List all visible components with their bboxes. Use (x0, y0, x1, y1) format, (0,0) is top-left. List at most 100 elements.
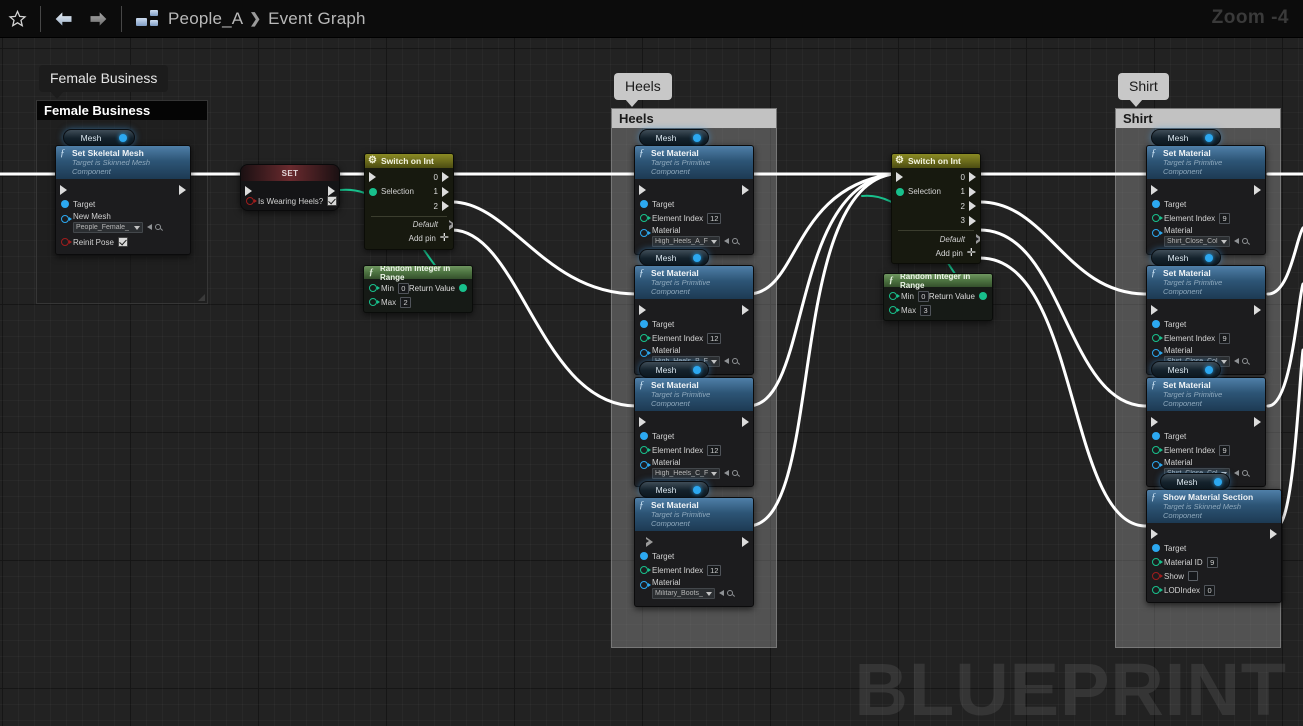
exec-in-pin[interactable] (639, 184, 646, 195)
material-pin-icon[interactable] (640, 349, 651, 357)
exec-out-pin[interactable] (742, 416, 749, 427)
mesh-output-pin[interactable] (693, 254, 701, 262)
pin-target[interactable]: Target (1147, 317, 1265, 331)
mesh-output-pin[interactable] (1205, 134, 1213, 142)
chevron-down-icon[interactable] (711, 471, 718, 476)
pin-reinit-pose[interactable]: Reinit Pose (56, 235, 190, 249)
material-pin-icon[interactable] (640, 581, 651, 589)
mesh-output-pin[interactable] (693, 486, 701, 494)
pin-target[interactable]: Target (1147, 541, 1281, 555)
pin-material[interactable]: Material High_Heels_A_F (635, 225, 753, 249)
plus-icon[interactable]: ✛ (440, 233, 449, 244)
add-pin-button[interactable]: Add pin ✛ (365, 232, 453, 246)
exec-out-pin[interactable] (742, 184, 749, 195)
browse-asset-icon[interactable] (1241, 238, 1248, 244)
exec-out-pin-0[interactable] (442, 172, 449, 183)
exec-out-pin[interactable] (328, 185, 335, 196)
exec-out-pin[interactable] (742, 536, 749, 547)
pin-material[interactable]: Material Military_Boots_ (635, 577, 753, 601)
show-checkbox[interactable] (1188, 571, 1199, 581)
element-index-pin-icon[interactable] (640, 446, 651, 454)
mesh-output-pin[interactable] (1205, 366, 1213, 374)
pin-is-wearing-heels[interactable]: Is Wearing Heels? (241, 196, 339, 210)
target-pin-icon[interactable] (1152, 200, 1160, 208)
return-value-pin-icon[interactable] (459, 284, 467, 292)
target-pin-icon[interactable] (640, 432, 648, 440)
exec-out-pin[interactable] (1270, 528, 1277, 539)
new-mesh-asset-picker[interactable]: People_Female_ (73, 222, 143, 233)
max-pin-icon[interactable] (369, 298, 380, 306)
new-mesh-pin-icon[interactable] (61, 215, 72, 223)
pill-mesh-sms[interactable]: Mesh (1160, 473, 1230, 490)
exec-in-pin[interactable] (639, 416, 646, 427)
target-pin-icon[interactable] (640, 200, 648, 208)
material-pin-icon[interactable] (1152, 229, 1163, 237)
pin-target[interactable]: Target (635, 429, 753, 443)
max-value-field[interactable]: 2 (400, 296, 412, 308)
element-index-field[interactable]: 9 (1219, 332, 1231, 344)
node-set-material-heels-1[interactable]: Mesh ƒ Set Material Target is Primitive … (634, 129, 754, 255)
material-asset-picker[interactable]: Military_Boots_ (652, 588, 715, 599)
target-pin-icon[interactable] (1152, 432, 1160, 440)
target-pin-icon[interactable] (1152, 544, 1160, 552)
pin-material[interactable]: Material High_Heels_C_F (635, 457, 753, 481)
exec-out-pin-1[interactable] (442, 186, 449, 197)
chevron-down-icon[interactable] (134, 225, 140, 230)
node-set-material-shirt-1[interactable]: Mesh ƒ Set Material Target is Primitive … (1146, 129, 1266, 255)
use-selected-asset-icon[interactable] (1233, 238, 1239, 244)
element-index-field[interactable]: 9 (1219, 212, 1231, 224)
chevron-down-icon[interactable] (705, 591, 712, 596)
exec-out-pin[interactable] (179, 184, 186, 195)
pin-target[interactable]: Target (56, 197, 190, 211)
exec-in-pin[interactable] (639, 536, 653, 547)
target-pin-icon[interactable] (61, 200, 69, 208)
node-switch-on-int-2[interactable]: ⚙ Switch on Int 0 Selection 1 2 3 Defaul… (891, 153, 981, 264)
pin-material-id[interactable]: Material ID 9 (1147, 555, 1281, 569)
exec-in-pin[interactable] (1151, 528, 1158, 539)
add-pin-button[interactable]: Add pin ✛ (892, 246, 980, 260)
material-pin-icon[interactable] (640, 229, 651, 237)
node-random-integer-1[interactable]: ƒ Random Integer in Range Min 0 Return V… (363, 265, 473, 313)
pill-mesh-heels-2[interactable]: Mesh (639, 249, 709, 266)
pill-mesh-ssm[interactable]: Mesh (63, 129, 135, 146)
pin-lodindex[interactable]: LODIndex 0 (1147, 583, 1281, 597)
pin-target[interactable]: Target (635, 317, 753, 331)
exec-in-pin[interactable] (245, 185, 252, 196)
pill-mesh-shirt-3[interactable]: Mesh (1151, 361, 1221, 378)
event-graph-canvas[interactable]: BLUEPRINT Female Business Female Busines… (0, 38, 1303, 726)
use-selected-asset-icon[interactable] (723, 238, 729, 244)
node-set-material-heels-4[interactable]: Mesh ƒ Set Material Target is Primitive … (634, 481, 754, 607)
exec-in-pin[interactable] (369, 172, 376, 183)
node-set-is-wearing-heels[interactable]: SET Is Wearing Heels? (240, 164, 340, 211)
reinit-pose-pin-icon[interactable] (61, 238, 72, 246)
node-set-material-shirt-3[interactable]: Mesh ƒ Set Material Target is Primitive … (1146, 361, 1266, 487)
pin-target[interactable]: Target (635, 549, 753, 563)
node-set-skeletal-mesh[interactable]: Mesh ƒ Set Skeletal Mesh Target is Skinn… (55, 129, 191, 255)
pill-mesh-heels-1[interactable]: Mesh (639, 129, 709, 146)
show-pin-icon[interactable] (1152, 572, 1163, 580)
pin-element-index[interactable]: Element Index 12 (635, 563, 753, 577)
element-index-pin-icon[interactable] (640, 334, 651, 342)
exec-in-pin[interactable] (60, 184, 67, 195)
pin-element-index[interactable]: Element Index 9 (1147, 331, 1265, 345)
min-value-field[interactable]: 0 (917, 290, 929, 302)
resize-handle-icon[interactable] (198, 294, 205, 301)
node-show-material-section[interactable]: Mesh ƒ Show Material Section Target is S… (1146, 473, 1282, 603)
material-asset-picker[interactable]: High_Heels_C_F (652, 468, 721, 479)
pin-target[interactable]: Target (635, 197, 753, 211)
plus-icon[interactable]: ✛ (967, 247, 976, 258)
blueprint-graph-icon[interactable] (128, 0, 168, 38)
node-set-material-shirt-2[interactable]: Mesh ƒ Set Material Target is Primitive … (1146, 249, 1266, 375)
exec-in-pin[interactable] (896, 172, 903, 183)
material-pin-icon[interactable] (1152, 349, 1163, 357)
pill-mesh-shirt-1[interactable]: Mesh (1151, 129, 1221, 146)
target-pin-icon[interactable] (1152, 320, 1160, 328)
exec-out-pin[interactable] (1254, 416, 1261, 427)
arrow-left-icon[interactable] (47, 0, 81, 38)
element-index-pin-icon[interactable] (640, 566, 651, 574)
mesh-output-pin[interactable] (693, 366, 701, 374)
material-pin-icon[interactable] (640, 461, 651, 469)
mesh-output-pin[interactable] (1214, 478, 1222, 486)
pin-material[interactable]: Material Shirt_Close_Col (1147, 225, 1265, 249)
element-index-pin-icon[interactable] (1152, 446, 1163, 454)
